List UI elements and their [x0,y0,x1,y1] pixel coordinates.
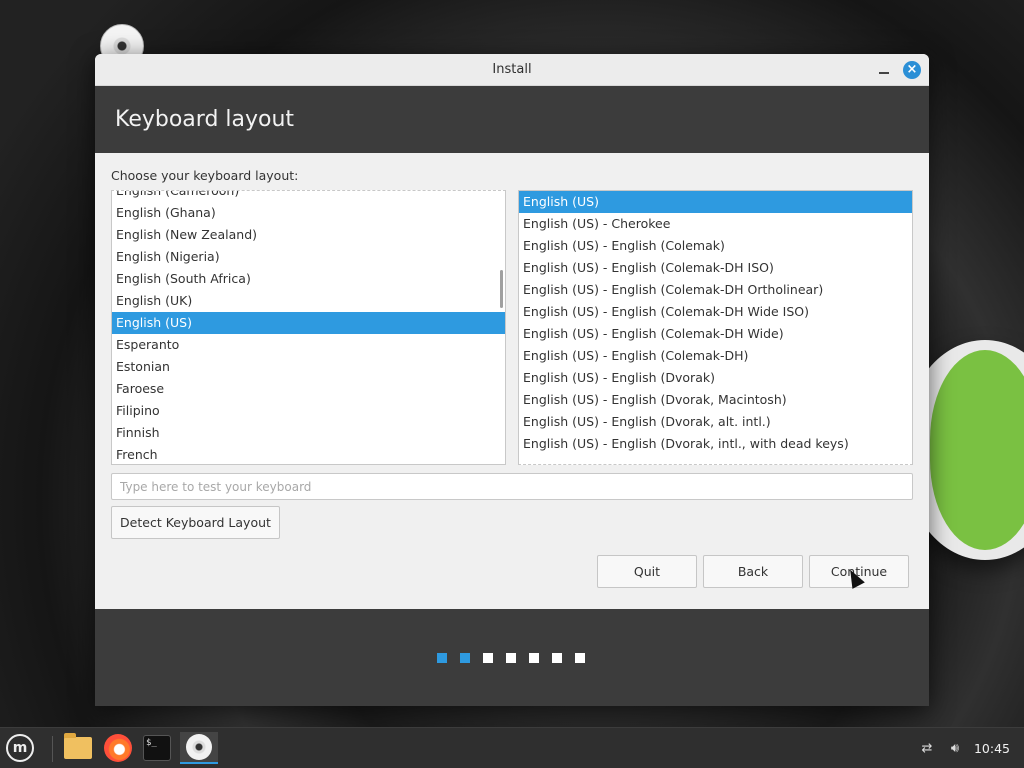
layout-list-scrollbar[interactable] [500,270,503,308]
variant-list-item[interactable]: English (US) [519,191,912,213]
minimize-button[interactable] [877,62,891,78]
close-icon[interactable]: × [903,61,921,79]
variant-list-item[interactable]: English (US) - English (Colemak-DH) [519,345,912,367]
layout-list-item[interactable]: English (Nigeria) [112,246,505,268]
variant-list-item[interactable]: English (US) - English (Dvorak, intl., w… [519,433,912,455]
progress-dot [575,653,585,663]
content-area: Choose your keyboard layout: English (Ca… [95,153,929,609]
layout-list-item[interactable]: Estonian [112,356,505,378]
progress-dot [506,653,516,663]
progress-dot [552,653,562,663]
variant-list-item[interactable]: English (US) - English (Colemak-DH Ortho… [519,279,912,301]
layout-prompt: Choose your keyboard layout: [111,168,299,183]
layout-list-item[interactable]: English (New Zealand) [112,224,505,246]
page-header: Keyboard layout [95,86,929,153]
progress-dot [529,653,539,663]
installer-window: Install × Keyboard layout Choose your ke… [95,54,929,706]
layout-list-item[interactable]: English (Ghana) [112,202,505,224]
layout-list-item[interactable]: English (South Africa) [112,268,505,290]
variant-list-item[interactable]: English (US) - Cherokee [519,213,912,235]
progress-dot [437,653,447,663]
layout-list-item[interactable]: Filipino [112,400,505,422]
variant-list-item[interactable]: English (US) - English (Dvorak, Macintos… [519,389,912,411]
progress-dot [460,653,470,663]
system-tray: ⇄ 🔊︎ 10:45 [918,728,1010,768]
keyboard-test-input[interactable] [111,473,913,500]
progress-indicator [437,653,585,663]
back-button[interactable]: Back [703,555,803,588]
variant-list-item[interactable]: English (US) - English (Dvorak, alt. int… [519,411,912,433]
layout-list-item[interactable]: Finnish [112,422,505,444]
layout-list-item[interactable]: English (UK) [112,290,505,312]
installer-icon[interactable] [180,732,218,764]
clock[interactable]: 10:45 [974,741,1010,756]
quit-button[interactable]: Quit [597,555,697,588]
taskbar-separator [52,736,53,762]
layout-list-item[interactable]: Esperanto [112,334,505,356]
variant-list[interactable]: English (US) English (US) - Cherokee Engli… [518,190,913,465]
variant-list-item[interactable]: English (US) - English (Dvorak) [519,367,912,389]
variant-list-item[interactable]: English (US) - English (Colemak-DH ISO) [519,257,912,279]
detect-layout-button[interactable]: Detect Keyboard Layout [111,506,280,539]
progress-dot [483,653,493,663]
layout-list-item[interactable]: English (US) [112,312,505,334]
window-title: Install [492,62,532,77]
files-icon[interactable] [62,732,94,764]
taskbar: m $_ ⇄ 🔊︎ 10:45 [0,727,1024,768]
layout-list[interactable]: English (Cameroon) English (Ghana) English… [111,190,506,465]
volume-icon[interactable]: 🔊︎ [946,741,964,757]
layout-list-item[interactable]: Faroese [112,378,505,400]
progress-footer [95,609,929,706]
variant-list-item[interactable]: English (US) - English (Colemak-DH Wide … [519,301,912,323]
page-title: Keyboard layout [115,107,295,132]
layout-list-item[interactable]: English (Cameroon) [112,191,505,202]
network-icon[interactable]: ⇄ [918,741,936,757]
menu-icon[interactable]: m [4,732,36,764]
firefox-icon[interactable] [102,732,134,764]
variant-list-item[interactable]: English (US) - English (Colemak) [519,235,912,257]
terminal-icon[interactable]: $_ [141,732,173,764]
window-titlebar[interactable]: Install × [95,54,929,86]
variant-list-item[interactable]: English (US) - English (Colemak-DH Wide) [519,323,912,345]
layout-list-item[interactable]: French [112,444,505,464]
